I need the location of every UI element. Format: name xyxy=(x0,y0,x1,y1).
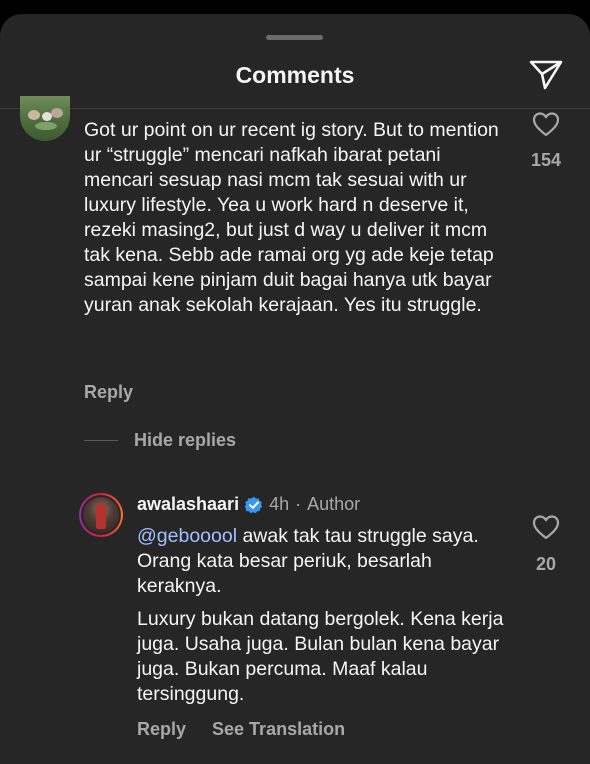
like-count: 20 xyxy=(535,554,557,574)
see-translation-button[interactable]: See Translation xyxy=(212,719,345,740)
like-count: 154 xyxy=(530,150,562,170)
comment-text: Got ur point on ur recent ig story. But … xyxy=(84,119,499,316)
reply-paragraph: Luxury bukan datang bergolek. Kena kerja… xyxy=(137,608,504,705)
meta-separator: · xyxy=(295,494,302,514)
replies-divider xyxy=(84,440,118,441)
timestamp: 4h xyxy=(269,494,290,514)
reply-text: @gebooool awak tak tau struggle saya. Or… xyxy=(137,524,517,715)
mention-link[interactable]: @gebooool xyxy=(137,525,237,547)
reply-paragraph: @gebooool awak tak tau struggle saya. Or… xyxy=(137,524,517,599)
paper-plane-icon[interactable] xyxy=(528,58,564,92)
author-badge: Author xyxy=(307,494,361,514)
reply-button[interactable]: Reply xyxy=(137,719,186,740)
hide-replies-button[interactable]: Hide replies xyxy=(134,430,236,451)
comments-sheet: Comments Got ur point on ur recent ig st… xyxy=(0,14,590,764)
verified-badge-icon xyxy=(245,496,263,513)
reply-button[interactable]: Reply xyxy=(84,382,133,403)
sheet-drag-handle[interactable] xyxy=(266,35,323,40)
avatar[interactable] xyxy=(20,96,70,141)
reply-actions: Reply See Translation xyxy=(137,719,345,740)
heart-outline-icon[interactable] xyxy=(532,111,560,137)
page-title: Comments xyxy=(235,62,355,88)
header-divider xyxy=(0,108,590,109)
username[interactable]: awalashaari xyxy=(137,494,239,515)
heart-outline-icon[interactable] xyxy=(532,514,560,540)
avatar[interactable] xyxy=(79,493,123,537)
reply-meta: awalashaari 4h · Author xyxy=(137,494,360,515)
